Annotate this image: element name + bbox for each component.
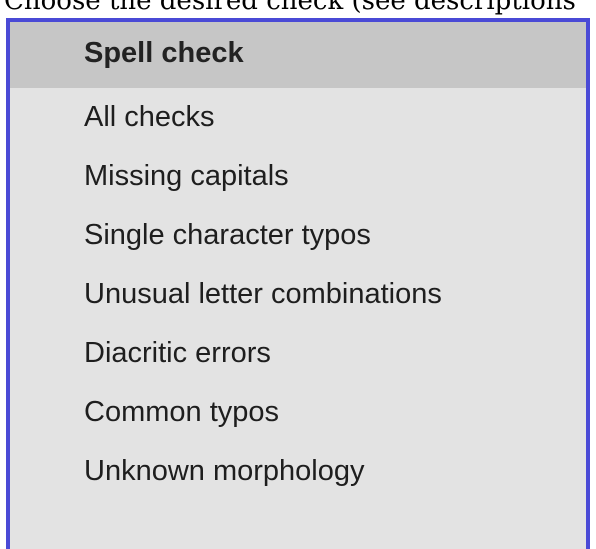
option-diacritic-errors[interactable]: Diacritic errors [10,324,586,383]
option-all-checks[interactable]: All checks [10,88,586,147]
option-single-character-typos[interactable]: Single character typos [10,206,586,265]
dropdown-options-list: All checks Missing capitals Single chara… [10,88,586,501]
option-unknown-morphology[interactable]: Unknown morphology [10,442,586,501]
spell-check-dropdown[interactable]: Spell check All checks Missing capitals … [6,18,590,549]
dropdown-header-spell-check[interactable]: Spell check [10,22,586,88]
instruction-text: Choose the desired check (see descriptio… [4,0,576,16]
option-missing-capitals[interactable]: Missing capitals [10,147,586,206]
option-common-typos[interactable]: Common typos [10,383,586,442]
option-unusual-letter-combinations[interactable]: Unusual letter combinations [10,265,586,324]
